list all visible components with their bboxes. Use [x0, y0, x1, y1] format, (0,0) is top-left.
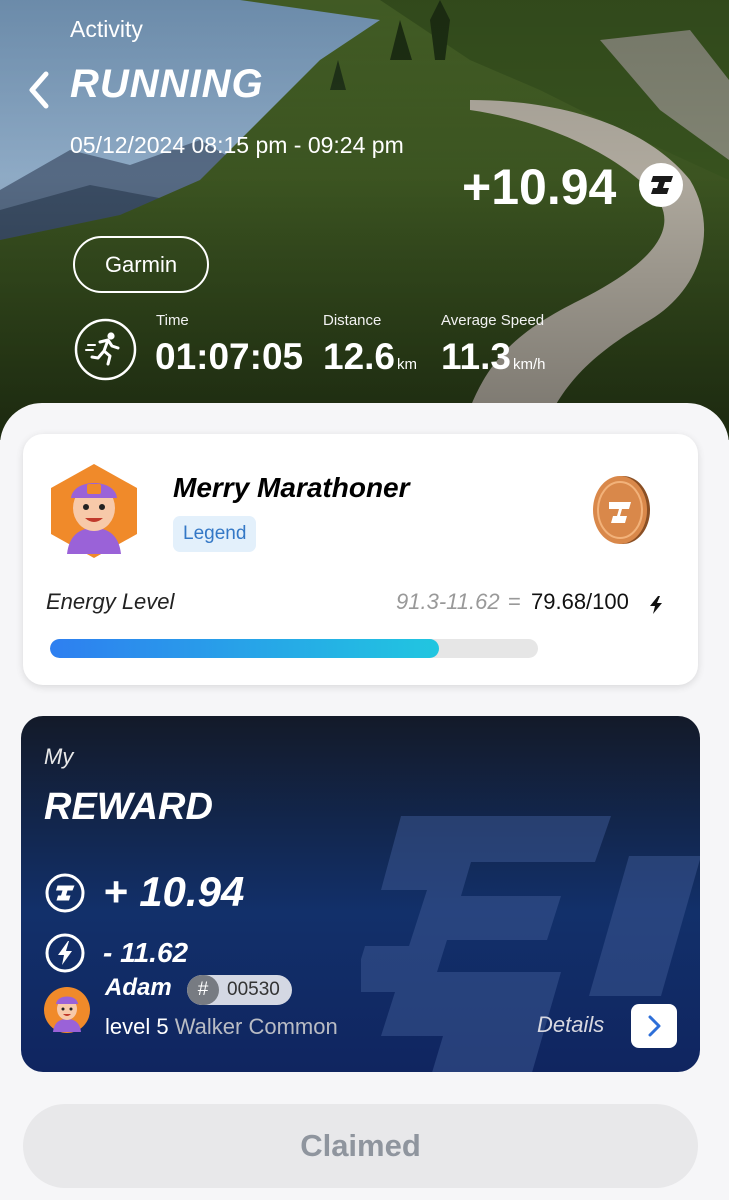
energy-equals: = [508, 589, 521, 614]
profile-nickname: Merry Marathoner [173, 472, 410, 503]
chevron-right-icon [648, 1015, 661, 1037]
running-person-icon [74, 318, 137, 381]
stat-speed-unit: km/h [512, 356, 546, 373]
stat-speed-value: 11.3 km/h [441, 336, 546, 378]
section-label: Activity [70, 16, 143, 42]
lightning-bolt-icon [45, 933, 85, 973]
energy-level-label: Energy Level [46, 589, 175, 614]
energy-progress-fill [50, 639, 439, 658]
source-garmin-button[interactable]: Garmin [73, 236, 209, 293]
token-coin-icon [45, 873, 85, 913]
details-link[interactable]: Details [537, 1012, 604, 1038]
user-avatar [44, 987, 90, 1033]
earned-amount: +10.94 [462, 159, 617, 215]
stat-time-label: Time [156, 312, 189, 329]
reward-my-label: My [44, 744, 74, 769]
lightning-bolt-icon [650, 596, 662, 614]
energy-progress-bar [50, 639, 538, 658]
user-name: Adam [105, 974, 172, 1001]
energy-result: 79.68/100 [531, 589, 629, 614]
reward-energy-spent: - 11.62 [103, 937, 189, 968]
back-button[interactable] [24, 70, 58, 110]
activity-datetime: 05/12/2024 08:15 pm - 09:24 pm [70, 132, 404, 158]
stat-distance-unit: km [397, 356, 418, 373]
reward-card: My REWARD + 10.94 - 11.62 Adam # 00530 l… [21, 716, 700, 1072]
token-coin-icon[interactable] [590, 474, 652, 546]
stat-speed-number: 11.3 [441, 336, 511, 377]
reward-title: REWARD [44, 786, 213, 828]
claimed-button[interactable]: Claimed [23, 1104, 698, 1188]
page-title: RUNNING [70, 62, 264, 106]
stat-distance-value: 12.6 km [323, 336, 417, 378]
token-coin-icon [639, 163, 683, 207]
reward-earned-amount: + 10.94 [103, 868, 245, 915]
user-level-number: level 5 [105, 1014, 169, 1039]
rank-badge: Legend [173, 516, 257, 552]
stat-distance-number: 12.6 [323, 336, 396, 377]
user-level: level 5 Walker Common [105, 1014, 338, 1040]
chevron-left-icon [29, 71, 49, 109]
user-id-tag: # 00530 [187, 975, 292, 1005]
hash-icon: # [187, 975, 219, 1005]
details-button[interactable] [631, 1004, 677, 1048]
stat-time-number: 01:07:05 [155, 336, 304, 377]
user-level-desc: Walker Common [174, 1014, 338, 1039]
stat-time-value: 01:07:05 [155, 336, 303, 378]
avatar [51, 464, 137, 558]
profile-card: Merry Marathoner Legend Energy Level 91.… [23, 434, 698, 685]
energy-calculation: 91.3-11.62 [396, 589, 500, 614]
stat-speed-label: Average Speed [441, 312, 545, 329]
user-id-number: 00530 [227, 979, 280, 1000]
stat-distance-label: Distance [323, 312, 382, 329]
